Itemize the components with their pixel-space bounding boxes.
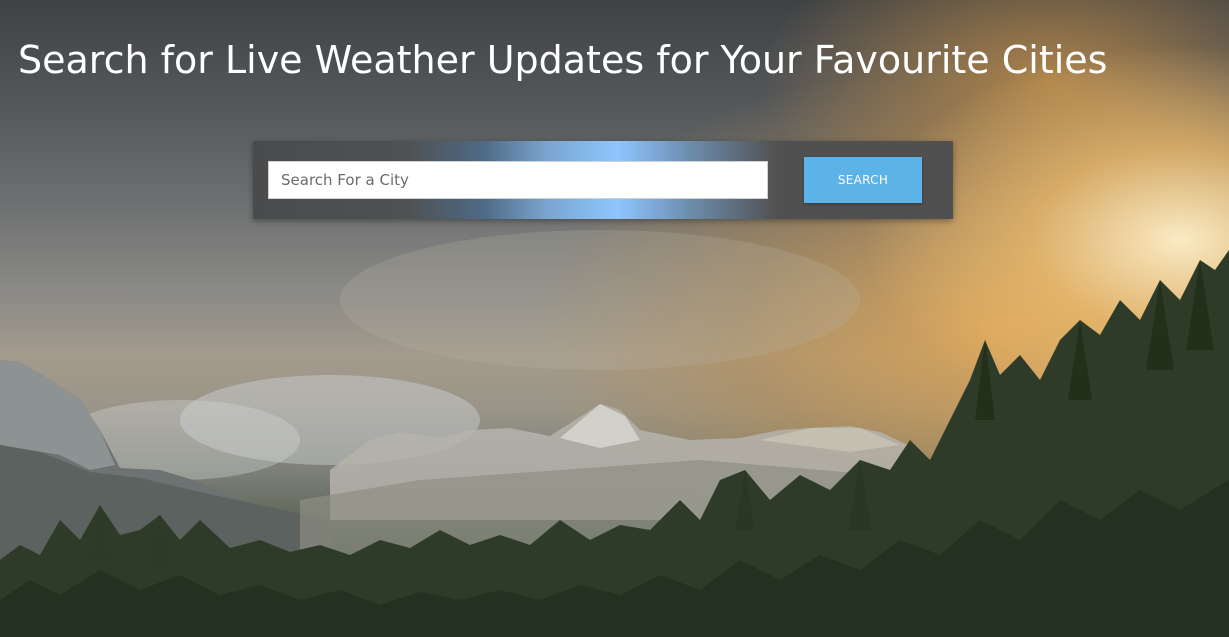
weather-search-page: Search for Live Weather Updates for Your… (0, 0, 1229, 637)
search-panel: SEARCH (253, 141, 953, 219)
mountain-forest-background-image (0, 230, 1229, 637)
search-button[interactable]: SEARCH (804, 157, 922, 203)
page-title: Search for Live Weather Updates for Your… (18, 38, 1108, 82)
city-search-input[interactable] (268, 161, 768, 199)
